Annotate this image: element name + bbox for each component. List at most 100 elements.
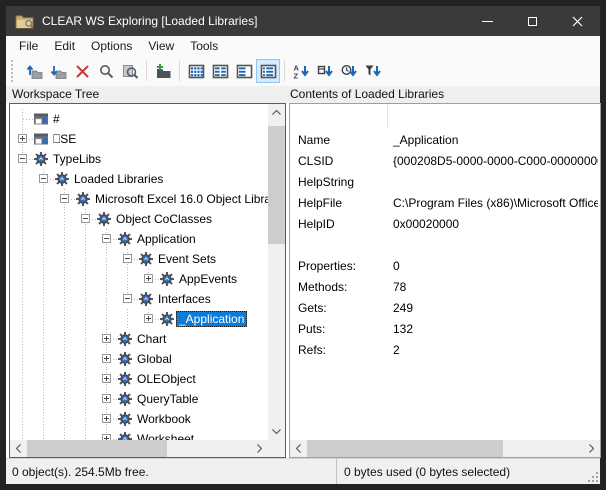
tree-node-label[interactable]: Chart [134, 331, 169, 347]
tree-node--application[interactable]: _Application [10, 309, 268, 329]
contents-horizontal-scrollbar[interactable] [290, 440, 600, 457]
scroll-down-arrow-icon[interactable] [268, 423, 285, 440]
tree-node-label[interactable]: ⎕SE [50, 131, 79, 148]
new-namespace-button[interactable] [151, 59, 175, 83]
scroll-up-arrow-icon[interactable] [268, 104, 285, 121]
view-details-button[interactable] [256, 59, 280, 83]
detail-row-puts: Puts:132 [298, 319, 598, 339]
tree-guide-line [94, 249, 115, 269]
view-small-icons-button[interactable] [208, 59, 232, 83]
detail-label: CLSID [298, 154, 393, 168]
tree-node-workbook[interactable]: Workbook [10, 409, 268, 429]
tree-node-label[interactable]: _Application [176, 311, 247, 327]
minimize-button[interactable] [465, 6, 510, 36]
expand-plus-icon[interactable] [102, 334, 111, 343]
tree-node-chart[interactable]: Chart [10, 329, 268, 349]
collapse-minus-icon[interactable] [123, 254, 132, 263]
collapse-minus-icon[interactable] [102, 234, 111, 243]
tree-node-label[interactable]: QueryTable [134, 391, 201, 407]
move-up-level-button[interactable] [22, 59, 46, 83]
tree-elbow [94, 349, 115, 369]
tree-node-interfaces[interactable]: Interfaces [10, 289, 268, 309]
collapse-minus-icon[interactable] [81, 214, 90, 223]
expand-plus-icon[interactable] [144, 274, 153, 283]
view-large-icons-button[interactable] [184, 59, 208, 83]
toolbar-grip[interactable] [11, 60, 16, 82]
detail-row-clsid: CLSID{000208D5-0000-0000-C000-0000000000… [298, 151, 598, 171]
menu-file[interactable]: File [11, 37, 46, 55]
tree-node-worksheet[interactable]: Worksheet [10, 429, 268, 440]
tree-vertical-scrollbar[interactable] [268, 104, 285, 440]
tree-node-object-coclasses[interactable]: Object CoClasses [10, 209, 268, 229]
sort-type-button[interactable] [361, 59, 385, 83]
tree-node-appevents[interactable]: AppEvents [10, 269, 268, 289]
collapse-minus-icon[interactable] [18, 154, 27, 163]
expand-plus-icon[interactable] [102, 394, 111, 403]
detail-label: Refs: [298, 343, 393, 357]
menu-tools[interactable]: Tools [182, 37, 226, 55]
scroll-right-arrow-icon[interactable] [583, 440, 600, 457]
expand-plus-icon[interactable] [102, 414, 111, 423]
menu-options[interactable]: Options [83, 37, 140, 55]
detail-row-name: Name_Application [298, 130, 598, 150]
tree-hscroll-thumb[interactable] [27, 440, 167, 457]
delete-button[interactable] [70, 59, 94, 83]
tree-guide-line [10, 369, 31, 389]
tree-node-#[interactable]: # [10, 109, 268, 129]
resize-grip-icon[interactable] [588, 472, 598, 482]
menu-view[interactable]: View [140, 37, 182, 55]
tree-node-oleobject[interactable]: OLEObject [10, 369, 268, 389]
tree-vscroll-thumb[interactable] [268, 126, 285, 244]
tree-node-microsoft-excel-16-0-object-library[interactable]: Microsoft Excel 16.0 Object Library [10, 189, 268, 209]
scroll-left-arrow-icon[interactable] [290, 440, 307, 457]
tree-node-querytable[interactable]: QueryTable [10, 389, 268, 409]
search-button[interactable] [94, 59, 118, 83]
tree-node-label[interactable]: # [50, 111, 63, 127]
maximize-button[interactable] [510, 6, 555, 36]
tree-node-label[interactable]: TypeLibs [50, 151, 104, 167]
tree-elbow [52, 189, 73, 209]
menu-edit[interactable]: Edit [46, 37, 83, 55]
scroll-left-arrow-icon[interactable] [10, 440, 27, 457]
tree-node-event-sets[interactable]: Event Sets [10, 249, 268, 269]
tree-node-application[interactable]: Application [10, 229, 268, 249]
tree-node-global[interactable]: Global [10, 349, 268, 369]
contents-hscroll-thumb[interactable] [307, 440, 503, 457]
tree-horizontal-scrollbar[interactable] [10, 440, 268, 457]
tree-elbow [31, 169, 52, 189]
expand-plus-icon[interactable] [102, 374, 111, 383]
sort-alphabetic-button[interactable]: AZ [289, 59, 313, 83]
tree-node-label[interactable]: Application [134, 231, 199, 247]
sort-size-button[interactable] [313, 59, 337, 83]
tree-node-typelibs[interactable]: TypeLibs [10, 149, 268, 169]
expand-plus-icon[interactable] [18, 134, 27, 143]
tree-node-label[interactable]: Interfaces [155, 291, 214, 307]
tree-node-label[interactable]: AppEvents [176, 271, 240, 287]
tree-node-label[interactable]: Microsoft Excel 16.0 Object Library [92, 191, 268, 207]
collapse-minus-icon[interactable] [60, 194, 69, 203]
sort-type-icon [365, 63, 382, 80]
view-list-button[interactable] [232, 59, 256, 83]
close-button[interactable] [555, 6, 600, 36]
expand-plus-icon[interactable] [144, 314, 153, 323]
tree-node-label[interactable]: Object CoClasses [113, 211, 215, 227]
tree-node-label[interactable]: Event Sets [155, 251, 219, 267]
sort-date-button[interactable] [337, 59, 361, 83]
search-objects-button[interactable] [118, 59, 142, 83]
tree-node--se[interactable]: ⎕SE [10, 129, 268, 149]
move-down-level-button[interactable] [46, 59, 70, 83]
expand-plus-icon[interactable] [102, 434, 111, 440]
tree-node-label[interactable]: Worksheet [134, 431, 197, 440]
tree-node-label[interactable]: OLEObject [134, 371, 199, 387]
scroll-right-arrow-icon[interactable] [251, 440, 268, 457]
tree-node-label[interactable]: Global [134, 351, 175, 367]
collapse-minus-icon[interactable] [39, 174, 48, 183]
column-divider[interactable] [387, 104, 388, 127]
tree-node-label[interactable]: Workbook [134, 411, 194, 427]
tree-node-loaded-libraries[interactable]: Loaded Libraries [10, 169, 268, 189]
tree-node-label[interactable]: Loaded Libraries [71, 171, 166, 187]
detail-label: Gets: [298, 301, 393, 315]
collapse-minus-icon[interactable] [123, 294, 132, 303]
gear-icon [54, 171, 70, 187]
expand-plus-icon[interactable] [102, 354, 111, 363]
